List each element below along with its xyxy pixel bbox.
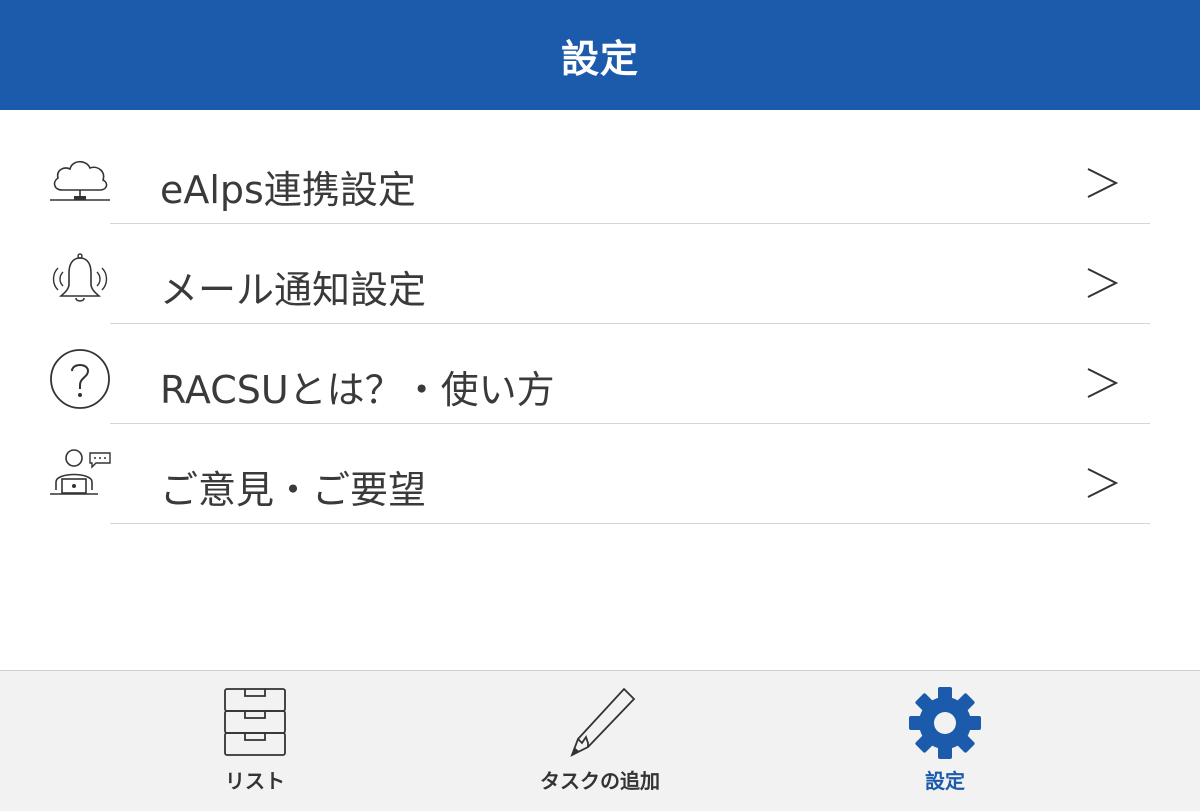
menu-item-feedback[interactable]: ご意見・ご要望 (0, 432, 1200, 532)
menu-divider (110, 223, 1150, 224)
tab-label: タスクの追加 (540, 769, 660, 793)
tab-settings[interactable]: 設定 (865, 671, 1025, 811)
chevron-right-icon (1087, 368, 1119, 398)
tab-label: 設定 (925, 769, 965, 793)
menu-item-label: eAlps連携設定 (160, 168, 416, 212)
ringing-bell-icon (52, 253, 108, 302)
app-header: 設定 (0, 0, 1200, 110)
person-feedback-icon (50, 449, 111, 495)
pencil-icon (570, 687, 636, 757)
menu-item-label: メール通知設定 (160, 268, 427, 312)
menu-item-label: ご意見・ご要望 (160, 468, 427, 512)
menu-item-about-racsu[interactable]: RACSUとは？・使い方 (0, 332, 1200, 432)
menu-divider (110, 423, 1150, 424)
menu-item-label: RACSUとは？・使い方 (160, 368, 555, 412)
menu-divider (110, 523, 1150, 524)
drawer-cabinet-icon (224, 688, 286, 756)
tab-add-task[interactable]: タスクの追加 (500, 671, 700, 811)
chevron-right-icon (1087, 468, 1119, 498)
gear-icon (909, 687, 981, 759)
chevron-right-icon (1087, 268, 1119, 298)
chevron-right-icon (1087, 168, 1119, 198)
bottom-tab-bar: リスト タスクの追加 設定 (0, 670, 1200, 811)
menu-item-ealps[interactable]: eAlps連携設定 (0, 132, 1200, 232)
cloud-network-icon (50, 160, 110, 201)
question-circle-icon (50, 349, 110, 409)
tab-list[interactable]: リスト (175, 671, 335, 811)
tab-label: リスト (225, 769, 285, 793)
menu-item-mail-notification[interactable]: メール通知設定 (0, 232, 1200, 332)
page-title: 設定 (560, 36, 639, 81)
menu-divider (110, 323, 1150, 324)
